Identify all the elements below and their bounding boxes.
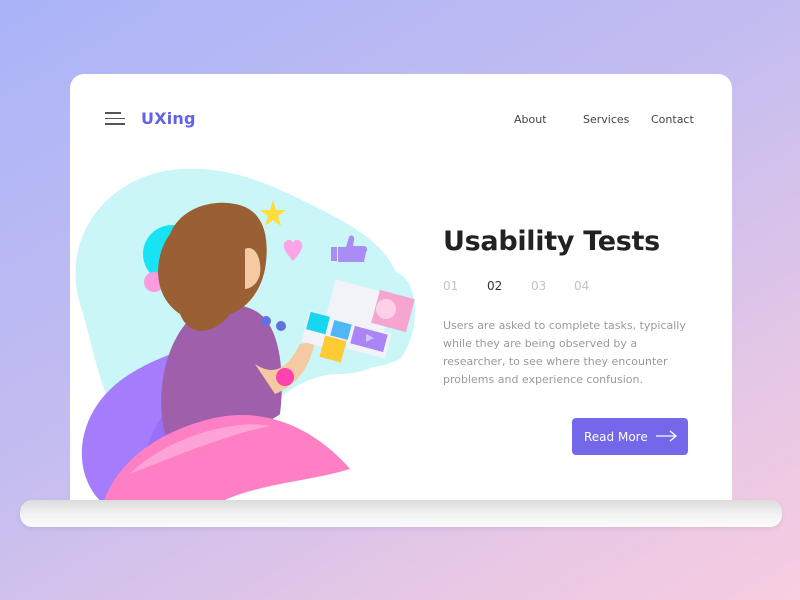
hero-description: Users are asked to complete tasks, typic… [443, 319, 686, 386]
step-02[interactable]: 02 [487, 279, 502, 293]
read-more-label: Read More [584, 429, 648, 444]
cyan-blob-right [300, 265, 415, 369]
blue-dot [261, 316, 271, 326]
hero-title: Usability Tests [443, 226, 660, 257]
purple-leaf-dark [140, 374, 200, 514]
woman-hair [158, 202, 267, 331]
cyan-circle [143, 225, 201, 283]
purple-leaf [81, 339, 225, 514]
read-more-button[interactable]: Read More [572, 418, 688, 455]
nav-about[interactable]: About [514, 113, 547, 126]
hamburger-menu-icon[interactable] [105, 112, 125, 126]
arrow-right-icon [656, 430, 678, 442]
step-04[interactable]: 04 [574, 279, 589, 293]
laptop-base [20, 500, 782, 527]
user-icon [376, 299, 396, 319]
star-icon [260, 200, 286, 226]
nav-contact[interactable]: Contact [651, 113, 694, 126]
step-01[interactable]: 01 [443, 279, 458, 293]
heart-icon [283, 239, 303, 261]
woman-face [245, 248, 261, 289]
magenta-dot [276, 368, 294, 386]
thumbs-up-icon [331, 235, 368, 262]
app-cards [301, 279, 415, 363]
laptop-screen: UXing About Services Contact Usability T… [70, 74, 732, 514]
pink-circle-small [144, 272, 164, 292]
nav-services[interactable]: Services [583, 113, 629, 126]
pink-leaf-light [130, 424, 270, 474]
cyan-blob [75, 168, 405, 456]
blue-dot [276, 321, 286, 331]
step-03[interactable]: 03 [531, 279, 546, 293]
logo[interactable]: UXing [141, 109, 196, 128]
play-icon [366, 334, 374, 342]
woman-arm [255, 342, 315, 394]
woman-shirt [161, 304, 282, 435]
